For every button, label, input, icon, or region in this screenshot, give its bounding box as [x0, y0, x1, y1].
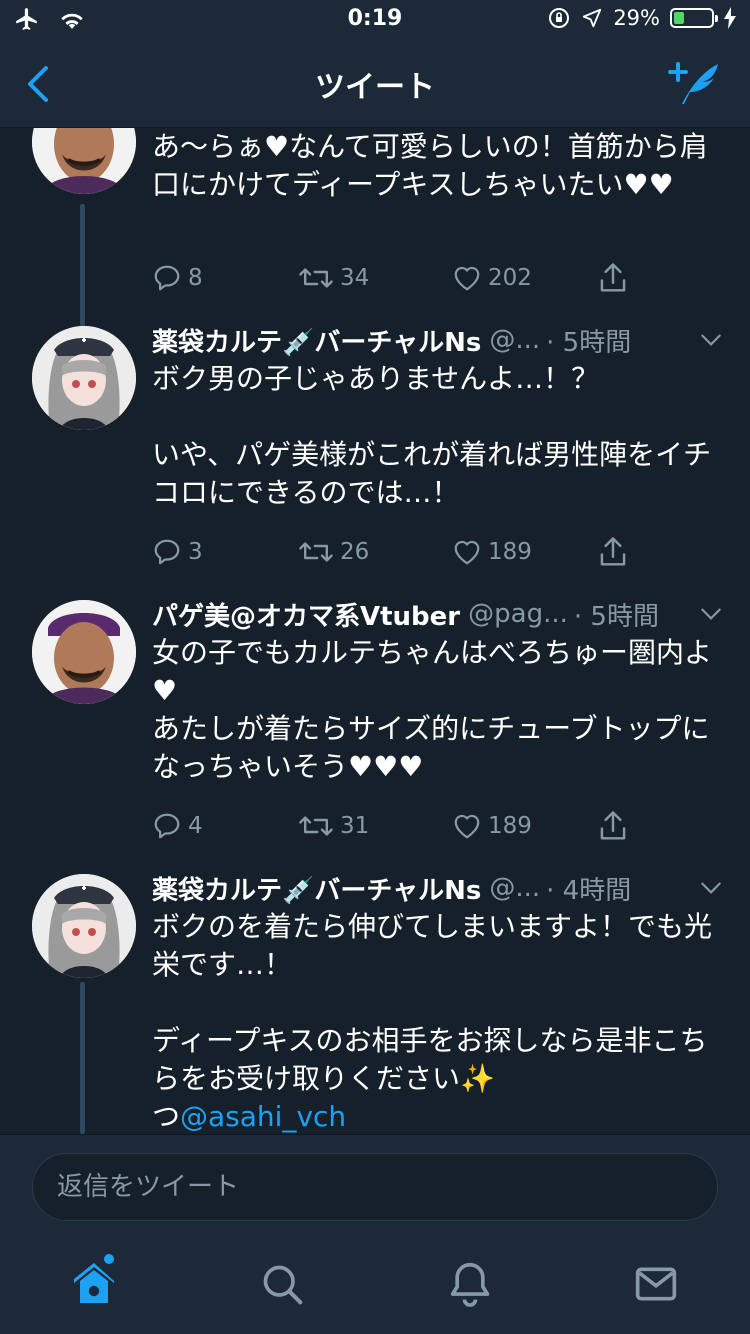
tweet[interactable]: あ〜らぁ♥なんて可愛らしいの！首筋から肩口にかけてディープキスしちゃいたい♥♥ … — [0, 128, 750, 318]
tweet[interactable]: 薬袋カルテ💉バーチャルNs @... · 5時間 ボク男の子じゃありませんよ…！… — [0, 320, 750, 586]
tab-bar — [0, 1238, 750, 1334]
tweet-body: あ〜らぁ♥なんて可愛らしいの！首筋から肩口にかけてディープキスしちゃいたい♥♥ — [152, 128, 724, 204]
heart-icon — [454, 540, 480, 565]
tweet-actions: 4 31 189 — [152, 806, 632, 846]
tweet-text: ボク男の子じゃありませんよ…！？ いや、パゲ美様がこれが着れば男性陣をイチコロに… — [152, 362, 712, 509]
reply-input[interactable] — [32, 1153, 718, 1221]
share-button[interactable] — [598, 536, 628, 568]
reply-bar — [0, 1134, 750, 1238]
share-icon — [600, 811, 626, 840]
like-button[interactable]: 189 — [452, 538, 598, 566]
location-icon — [583, 8, 602, 28]
like-count: 202 — [488, 265, 532, 291]
tweet-header: 薬袋カルテ💉バーチャルNs @... · 5時間 — [152, 320, 724, 360]
status-bar: 0:19 29% — [0, 0, 750, 40]
chevron-down-icon[interactable] — [698, 601, 724, 627]
tab-home[interactable] — [64, 1254, 124, 1310]
tweet-text: あ〜らぁ♥なんて可愛らしいの！首筋から肩口にかけてディープキスしちゃいたい♥♥ — [152, 130, 708, 201]
tweet-body: 薬袋カルテ💉バーチャルNs @... · 5時間 ボク男の子じゃありませんよ…！… — [152, 320, 724, 512]
tweet-body: 薬袋カルテ💉バーチャルNs @... · 4時間 ボクのを着たら伸びてしまいます… — [152, 868, 724, 1134]
retweet-button[interactable]: 31 — [298, 811, 452, 841]
avatar-anime-nurse-icon — [32, 874, 136, 978]
tweet-actions: 8 34 202 — [152, 258, 632, 298]
tweet-text: ボクのを着たら伸びてしまいますよ！でも光栄です…！ ディープキスのお相手をお探し… — [152, 908, 724, 1134]
share-button[interactable] — [598, 810, 628, 842]
tab-notifications[interactable] — [440, 1258, 500, 1310]
orientation-lock-icon — [549, 8, 570, 28]
display-name[interactable]: 薬袋カルテ💉バーチャルNs — [152, 322, 481, 359]
avatar[interactable] — [32, 128, 136, 194]
tweet[interactable]: 薬袋カルテ💉バーチャルNs @... · 4時間 ボクのを着たら伸びてしまいます… — [0, 868, 750, 1134]
nav-bar: ツイート — [0, 40, 750, 128]
handle: @... — [489, 325, 541, 355]
share-button[interactable] — [598, 262, 628, 294]
avatar[interactable] — [32, 600, 136, 704]
search-icon — [263, 1265, 303, 1305]
display-name[interactable]: パゲ美@オカマ系Vtuber — [152, 596, 460, 633]
battery-percent: 29% — [613, 6, 660, 30]
battery-level — [674, 12, 685, 24]
heart-icon — [454, 266, 480, 291]
handle: @pag... — [468, 599, 568, 629]
status-right: 29% — [547, 6, 736, 30]
reply-button[interactable]: 4 — [152, 811, 298, 841]
display-name[interactable]: 薬袋カルテ💉バーチャルNs — [152, 870, 481, 907]
bell-icon — [450, 1262, 490, 1307]
reply-count: 8 — [188, 265, 203, 291]
charging-icon — [724, 7, 736, 29]
retweet-button[interactable]: 26 — [298, 537, 452, 567]
avatar[interactable] — [32, 326, 136, 430]
like-count: 189 — [488, 813, 532, 839]
share-icon — [600, 537, 626, 566]
timestamp: · 5時間 — [546, 327, 632, 358]
chevron-down-icon[interactable] — [698, 327, 724, 353]
reply-icon — [154, 539, 180, 565]
reply-icon — [154, 813, 180, 839]
home-icon — [74, 1263, 114, 1303]
retweet-button[interactable]: 34 — [298, 263, 452, 293]
tweet-actions: 3 26 189 — [152, 532, 632, 572]
chevron-down-icon[interactable] — [698, 875, 724, 901]
reply-count: 3 — [188, 539, 203, 565]
tweet-text-prefix: つ — [152, 1100, 181, 1133]
reply-icon — [154, 265, 180, 291]
tweet-header: 薬袋カルテ💉バーチャルNs @... · 4時間 — [152, 868, 724, 908]
tweet-timeline[interactable]: あ〜らぁ♥なんて可愛らしいの！首筋から肩口にかけてディープキスしちゃいたい♥♥ … — [0, 128, 750, 1134]
reply-count: 4 — [188, 813, 203, 839]
tab-search[interactable] — [252, 1258, 312, 1310]
battery-icon — [670, 8, 718, 28]
reply-button[interactable]: 8 — [152, 263, 298, 293]
retweet-count: 26 — [340, 539, 370, 565]
retweet-icon — [299, 268, 333, 288]
tweet-header: パゲ美@オカマ系Vtuber @pag... · 5時間 — [152, 594, 724, 634]
tweet[interactable]: パゲ美@オカマ系Vtuber @pag... · 5時間 女の子でもカルテちゃん… — [0, 594, 750, 860]
tweet-text-main: ボクのを着たら伸びてしまいますよ！でも光栄です…！ ディープキスのお相手をお探し… — [152, 910, 713, 1095]
like-count: 189 — [488, 539, 532, 565]
tweet-body: パゲ美@オカマ系Vtuber @pag... · 5時間 女の子でもカルテちゃん… — [152, 594, 724, 786]
tab-messages[interactable] — [626, 1258, 686, 1310]
timestamp: · 4時間 — [546, 875, 632, 906]
heart-icon — [454, 814, 480, 839]
notification-dot — [104, 1254, 114, 1264]
compose-tweet-icon[interactable] — [668, 58, 724, 108]
mail-icon — [635, 1267, 677, 1301]
avatar-bald-man-icon — [32, 128, 136, 194]
share-icon — [600, 263, 626, 292]
retweet-icon — [299, 816, 333, 836]
avatar[interactable] — [32, 874, 136, 978]
timestamp: · 5時間 — [573, 601, 659, 632]
reply-button[interactable]: 3 — [152, 537, 298, 567]
retweet-count: 31 — [340, 813, 370, 839]
retweet-icon — [299, 542, 333, 562]
avatar-bald-man-icon — [32, 600, 136, 704]
tweet-text: 女の子でもカルテちゃんはべろちゅー圏内よ♥ あたしが着たらサイズ的にチューブトッ… — [152, 636, 713, 783]
page-title: ツイート — [315, 70, 435, 105]
handle: @... — [489, 873, 541, 903]
retweet-count: 34 — [340, 265, 370, 291]
like-button[interactable]: 202 — [452, 264, 598, 292]
like-button[interactable]: 189 — [452, 812, 598, 840]
mention-link[interactable]: @asahi_vch — [180, 1100, 346, 1133]
avatar-anime-nurse-icon — [32, 326, 136, 430]
